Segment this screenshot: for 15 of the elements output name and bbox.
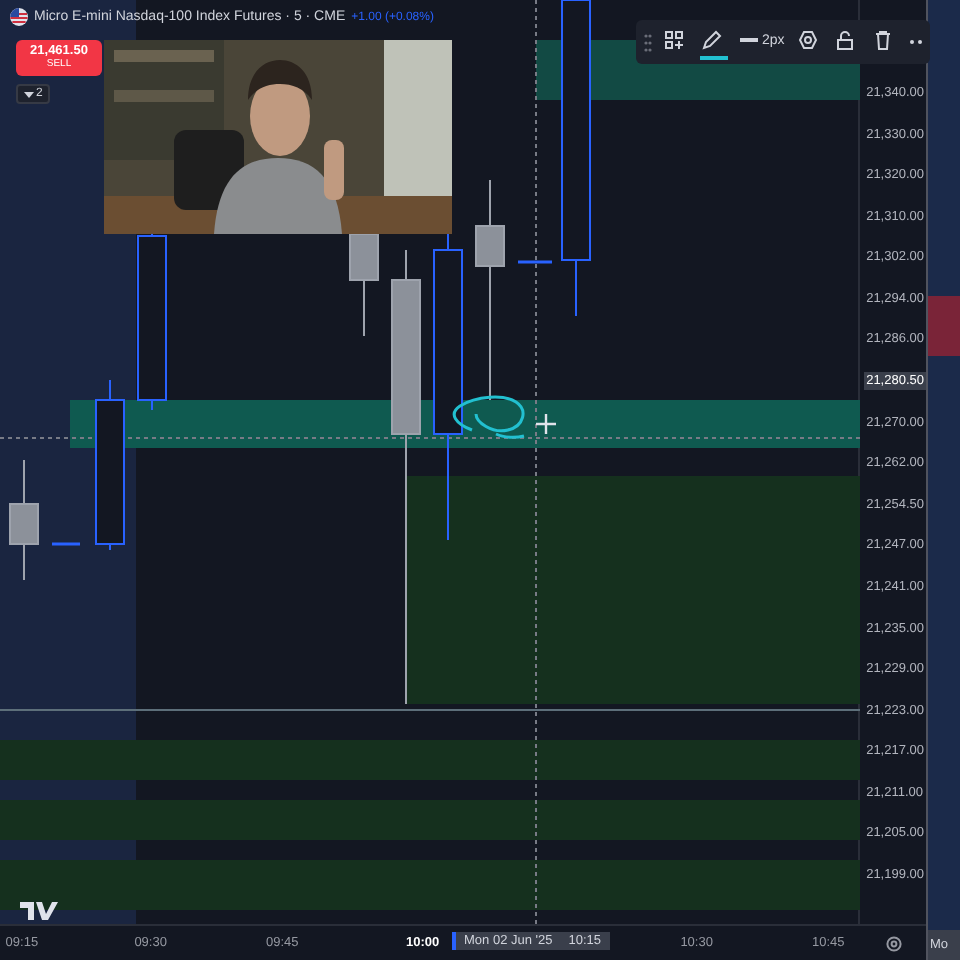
zone-band xyxy=(928,296,960,356)
flag-icon xyxy=(10,8,28,26)
price-line xyxy=(52,542,80,546)
crosshair-icon xyxy=(534,412,558,436)
unlock-icon xyxy=(836,30,855,50)
trash-icon xyxy=(874,30,893,50)
settings-icon xyxy=(798,30,819,50)
scribble-drawing xyxy=(452,395,526,439)
price-line xyxy=(518,260,552,264)
settings-icon[interactable] xyxy=(886,935,902,951)
caret-icon xyxy=(24,91,34,97)
templates-icon xyxy=(664,30,684,50)
logo-icon xyxy=(20,902,58,920)
candle xyxy=(9,459,39,581)
pen-icon xyxy=(702,30,722,50)
